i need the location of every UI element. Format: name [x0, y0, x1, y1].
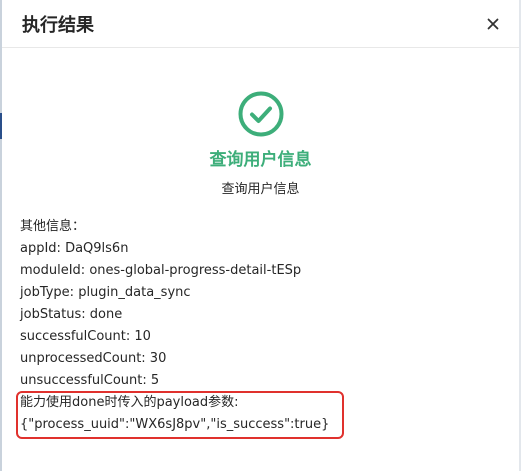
result-subtitle: 查询用户信息 [221, 182, 300, 197]
result-summary: 查询用户信息 查询用户信息 [2, 90, 519, 197]
dialog-title: 执行结果 [22, 15, 94, 36]
info-app-id: appId: DaQ9ls6n [20, 241, 129, 256]
info-unprocessed-count: unprocessedCount: 30 [20, 351, 167, 366]
execution-result-dialog: 执行结果 查询用户信息 查询用户信息 其他信息： appId: DaQ9ls6n… [2, 0, 519, 471]
info-job-status: jobStatus: done [20, 307, 123, 322]
close-button[interactable] [481, 12, 505, 36]
info-heading: 其他信息： [20, 219, 86, 234]
check-circle-icon [238, 91, 283, 137]
info-job-type: jobType: plugin_data_sync [20, 285, 191, 300]
close-icon [487, 18, 499, 30]
result-title: 查询用户信息 [209, 150, 312, 170]
dialog-header: 执行结果 [2, 0, 519, 48]
payload-highlight-box [16, 391, 344, 439]
info-unsuccessful-count: unsuccessfulCount: 5 [20, 373, 160, 388]
info-module-id: moduleId: ones-global-progress-detail-tE… [20, 263, 302, 278]
info-successful-count: successfulCount: 10 [20, 329, 151, 344]
